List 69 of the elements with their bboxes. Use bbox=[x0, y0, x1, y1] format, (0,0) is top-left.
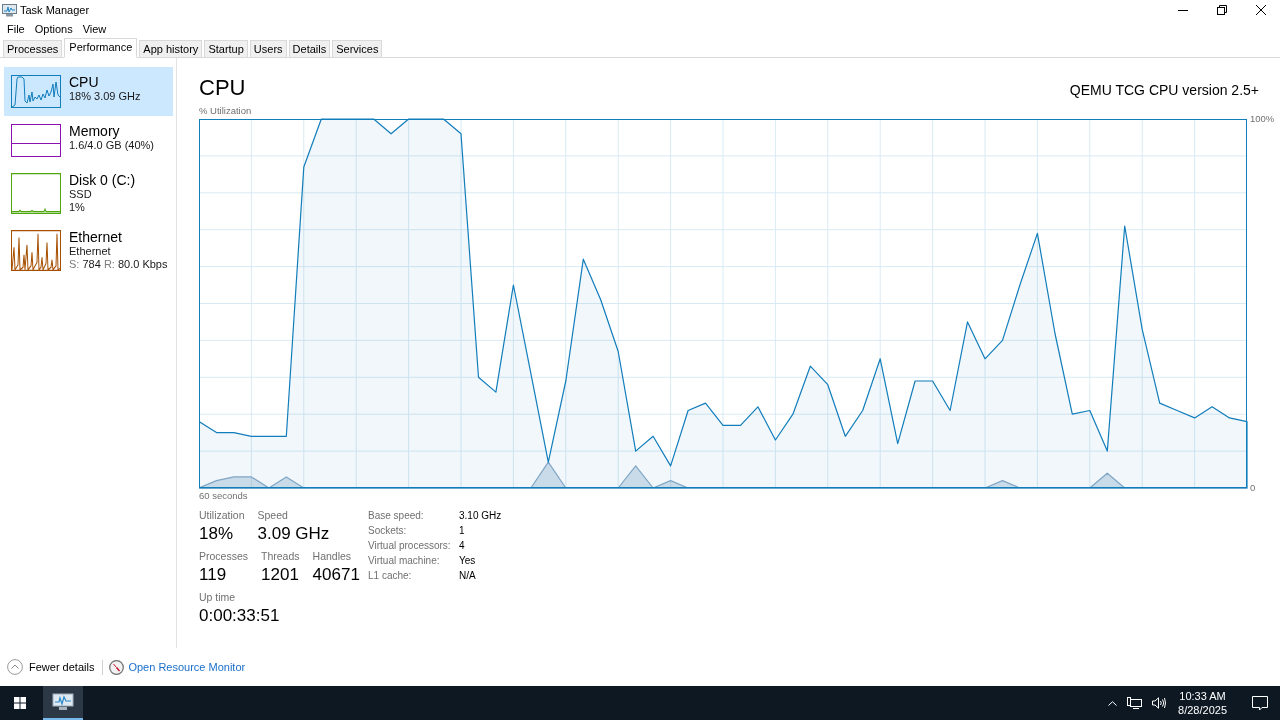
four-squares-icon bbox=[14, 697, 26, 709]
menu-item[interactable]: File bbox=[2, 20, 30, 38]
detail-value: 3.10 GHz bbox=[459, 509, 502, 523]
window-title: Task Manager bbox=[20, 4, 90, 16]
detail-value: Yes bbox=[459, 554, 477, 568]
stat-label: Speed bbox=[257, 508, 289, 522]
stat-value: 119 bbox=[199, 564, 228, 586]
sidebar-item-title: CPU bbox=[69, 75, 100, 90]
sidebar-item-detail: Ethernet bbox=[69, 245, 112, 258]
detail-label: Base speed: bbox=[368, 509, 425, 523]
speaker-icon bbox=[1152, 697, 1168, 709]
monitor-chart-icon bbox=[2, 3, 17, 17]
detail-label: Sockets: bbox=[368, 524, 408, 538]
clock-button[interactable]: 10:33 AM 8/28/2025 bbox=[1173, 686, 1232, 720]
network-rates: S: 784 R: 80.0 Kbps bbox=[69, 258, 168, 271]
stat-label: Handles bbox=[312, 549, 353, 563]
stat-label: Processes bbox=[199, 549, 249, 563]
menu-item[interactable]: Options bbox=[29, 20, 78, 38]
sidebar-item-title: Disk 0 (C:) bbox=[69, 173, 136, 188]
sidebar-item[interactable]: Disk 0 (C:) SSD 1% bbox=[4, 165, 173, 222]
tab[interactable]: Performance bbox=[64, 38, 138, 58]
tab[interactable]: Startup bbox=[204, 40, 248, 57]
stat-value: 18% bbox=[199, 523, 235, 545]
stat-value: 40671 bbox=[312, 564, 360, 586]
stat-value: 1201 bbox=[261, 564, 300, 586]
sidebar-item[interactable]: Ethernet Ethernet S: 784 R: 80.0 Kbps bbox=[4, 222, 173, 279]
speech-bubble-icon bbox=[1252, 695, 1268, 711]
computer-icon bbox=[1127, 697, 1143, 709]
restore-icon bbox=[1216, 5, 1227, 15]
sidebar-item-detail: 18% 3.09 GHz bbox=[69, 90, 141, 103]
fewer-details-button[interactable]: Fewer details bbox=[7, 659, 95, 675]
detail-label: L1 cache: bbox=[368, 569, 413, 583]
sidebar-item-detail: SSD bbox=[69, 188, 93, 201]
tab[interactable]: Users bbox=[249, 40, 287, 57]
stat-value: 3.09 GHz bbox=[257, 523, 330, 545]
stat-label: Utilization bbox=[199, 508, 245, 522]
sidebar-item-detail: 1.6/4.0 GB (40%) bbox=[69, 139, 154, 152]
tab[interactable]: App history bbox=[139, 40, 203, 57]
sidebar-item-title: Ethernet bbox=[69, 230, 123, 245]
detail-value: 4 bbox=[459, 539, 466, 553]
stat-label: Up time bbox=[199, 590, 237, 604]
gauge-icon bbox=[109, 659, 125, 675]
tab[interactable]: Processes bbox=[3, 40, 63, 57]
tick-label: 100% bbox=[1250, 113, 1275, 125]
stat-label: Threads bbox=[261, 549, 300, 563]
tick-label: 0 bbox=[1250, 482, 1256, 494]
detail-value: 1 bbox=[459, 524, 466, 538]
resource-monitor-link[interactable]: Open Resource Monitor bbox=[128, 661, 246, 673]
menu-item[interactable]: View bbox=[77, 20, 112, 38]
device-name: QEMU TCG CPU version 2.5+ bbox=[1069, 82, 1259, 98]
detail-value: N/A bbox=[459, 569, 477, 583]
detail-label: Virtual machine: bbox=[368, 554, 441, 568]
close-icon bbox=[1255, 5, 1266, 15]
axis-label: % Utilization bbox=[199, 105, 252, 116]
tab[interactable]: Details bbox=[288, 40, 331, 57]
detail-label: Virtual processors: bbox=[368, 539, 452, 553]
sidebar-item[interactable]: CPU 18% 3.09 GHz bbox=[4, 67, 173, 116]
sidebar-item-title: Memory bbox=[69, 124, 121, 139]
caret-up-icon bbox=[1108, 700, 1118, 706]
sidebar-item[interactable]: Memory 1.6/4.0 GB (40%) bbox=[4, 116, 173, 165]
tab[interactable]: Services bbox=[332, 40, 383, 57]
taskbar-app-button[interactable] bbox=[43, 686, 83, 720]
monitor-chart-icon bbox=[52, 693, 74, 711]
panel-title: CPU bbox=[199, 75, 246, 101]
minimize-icon bbox=[1177, 9, 1188, 11]
stat-value: 0:00:33:51 bbox=[199, 605, 280, 627]
chevron-up-circle-icon bbox=[7, 659, 23, 675]
sidebar-item-detail: 1% bbox=[69, 201, 86, 214]
axis-label: 60 seconds bbox=[199, 490, 248, 501]
